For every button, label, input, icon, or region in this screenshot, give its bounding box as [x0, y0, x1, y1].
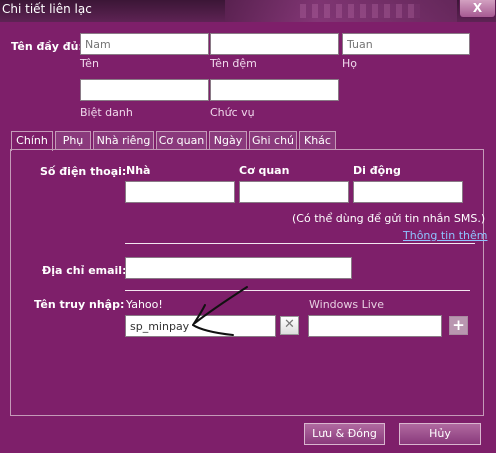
more-info-link[interactable]: Thông tin thêm	[403, 229, 487, 242]
nickname-sublabel: Biệt danh	[80, 106, 133, 119]
home-phone-input[interactable]	[125, 181, 235, 203]
save-close-button[interactable]: Lưu & Đóng	[304, 423, 385, 445]
sms-note: (Có thể dùng để gửi tin nhắn SMS.)	[292, 212, 486, 225]
windows-live-label: Windows Live	[309, 298, 385, 311]
divider	[125, 290, 470, 291]
last-name-sublabel: Họ	[342, 57, 358, 70]
job-title-input[interactable]	[210, 79, 339, 101]
first-name-sublabel: Tên	[80, 57, 99, 70]
login-label: Tên truy nhập:	[34, 298, 125, 311]
last-name-input[interactable]	[342, 33, 470, 55]
tab-work[interactable]: Cơ quan	[156, 131, 207, 150]
add-login-button[interactable]: +	[449, 316, 468, 335]
tab-notes[interactable]: Ghi chú	[249, 131, 297, 150]
close-button[interactable]: X	[459, 0, 496, 18]
tab-other[interactable]: Khác	[299, 131, 336, 150]
first-name-input[interactable]	[80, 33, 209, 55]
email-label: Địa chỉ email:	[42, 264, 127, 277]
tab-home[interactable]: Nhà riêng	[93, 131, 154, 150]
work-phone-label: Cơ quan	[239, 164, 290, 177]
email-input[interactable]	[125, 257, 352, 279]
title-bar: Chi tiết liên lạc X	[0, 0, 496, 22]
job-title-sublabel: Chức vụ	[210, 106, 255, 119]
middle-name-input[interactable]	[210, 33, 339, 55]
tab-main[interactable]: Chính	[11, 131, 53, 151]
full-name-label: Tên đầy đủ:	[11, 40, 83, 53]
nickname-input[interactable]	[80, 79, 209, 101]
windows-live-input[interactable]	[308, 315, 442, 337]
tab-dates[interactable]: Ngày	[209, 131, 247, 150]
title-decoration-pattern	[300, 4, 420, 18]
clear-yahoo-button[interactable]: ✕	[280, 316, 299, 335]
annotation-arrow	[192, 286, 248, 336]
work-phone-input[interactable]	[239, 181, 349, 203]
mobile-phone-label: Di động	[353, 164, 401, 177]
middle-name-sublabel: Tên đệm	[210, 57, 257, 70]
phone-label: Số điện thoại:	[40, 165, 127, 178]
mobile-phone-input[interactable]	[353, 181, 463, 203]
window-title: Chi tiết liên lạc	[2, 2, 92, 16]
cancel-button[interactable]: Hủy	[399, 423, 481, 445]
divider	[125, 243, 475, 244]
home-phone-label: Nhà	[126, 164, 151, 177]
tab-secondary[interactable]: Phụ	[55, 131, 91, 150]
yahoo-label: Yahoo!	[126, 298, 163, 311]
